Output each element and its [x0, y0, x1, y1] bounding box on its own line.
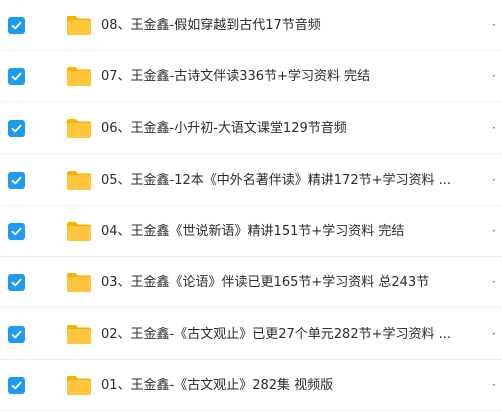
more-options-icon[interactable]: · — [492, 51, 496, 102]
folder-icon — [66, 323, 92, 345]
file-row[interactable]: 01、王金鑫-《古文观止》282集 视频版 · — [0, 360, 502, 411]
file-name[interactable]: 02、王金鑫-《古文观止》已更27个单元282节+学习资料 ... — [101, 309, 471, 360]
checkmark-icon — [11, 21, 22, 30]
more-options-icon[interactable]: · — [492, 309, 496, 360]
row-checkbox[interactable] — [8, 68, 25, 85]
checkmark-icon — [11, 124, 22, 133]
file-row[interactable]: 07、王金鑫-古诗文伴读336节+学习资料 完结 · — [0, 51, 502, 102]
file-row[interactable]: 08、王金鑫-假如穿越到古代17节音频 · — [0, 0, 502, 51]
file-row[interactable]: 02、王金鑫-《古文观止》已更27个单元282节+学习资料 ... · — [0, 309, 502, 360]
row-checkbox[interactable] — [8, 377, 25, 394]
more-options-icon[interactable]: · — [492, 206, 496, 257]
file-name[interactable]: 03、王金鑫《论语》伴读已更165节+学习资料 总243节 — [101, 257, 471, 308]
row-checkbox[interactable] — [8, 274, 25, 291]
file-row[interactable]: 05、王金鑫-12本《中外名著伴读》精讲172节+学习资料 ... · — [0, 155, 502, 206]
checkmark-icon — [11, 330, 22, 339]
checkmark-icon — [11, 176, 22, 185]
checkmark-icon — [11, 278, 22, 287]
file-name[interactable]: 04、王金鑫《世说新语》精讲151节+学习资料 完结 — [101, 206, 471, 257]
file-name[interactable]: 05、王金鑫-12本《中外名著伴读》精讲172节+学习资料 ... — [101, 155, 471, 206]
folder-icon — [66, 220, 92, 242]
file-row[interactable]: 03、王金鑫《论语》伴读已更165节+学习资料 总243节 · — [0, 257, 502, 308]
checkmark-icon — [11, 227, 22, 236]
file-row[interactable]: 04、王金鑫《世说新语》精讲151节+学习资料 完结 · — [0, 206, 502, 257]
more-options-icon[interactable]: · — [492, 360, 496, 411]
file-name[interactable]: 01、王金鑫-《古文观止》282集 视频版 — [101, 360, 471, 411]
more-options-icon[interactable]: · — [492, 155, 496, 206]
file-name[interactable]: 06、王金鑫-小升初-大语文课堂129节音频 — [101, 103, 471, 154]
file-name[interactable]: 07、王金鑫-古诗文伴读336节+学习资料 完结 — [101, 51, 471, 102]
checkmark-icon — [11, 72, 22, 81]
file-name[interactable]: 08、王金鑫-假如穿越到古代17节音频 — [101, 0, 471, 51]
folder-icon — [66, 65, 92, 87]
folder-icon — [66, 117, 92, 139]
row-checkbox[interactable] — [8, 172, 25, 189]
folder-icon — [66, 169, 92, 191]
more-options-icon[interactable]: · — [492, 103, 496, 154]
file-row[interactable]: 06、王金鑫-小升初-大语文课堂129节音频 · — [0, 103, 502, 154]
folder-icon — [66, 14, 92, 36]
more-options-icon[interactable]: · — [492, 257, 496, 308]
more-options-icon[interactable]: · — [492, 0, 496, 51]
folder-icon — [66, 374, 92, 396]
folder-icon — [66, 271, 92, 293]
row-checkbox[interactable] — [8, 223, 25, 240]
checkmark-icon — [11, 381, 22, 390]
file-list: 08、王金鑫-假如穿越到古代17节音频 · 07、王金鑫-古诗文伴读336节+学… — [0, 0, 502, 413]
row-checkbox[interactable] — [8, 17, 25, 34]
row-checkbox[interactable] — [8, 120, 25, 137]
row-checkbox[interactable] — [8, 326, 25, 343]
